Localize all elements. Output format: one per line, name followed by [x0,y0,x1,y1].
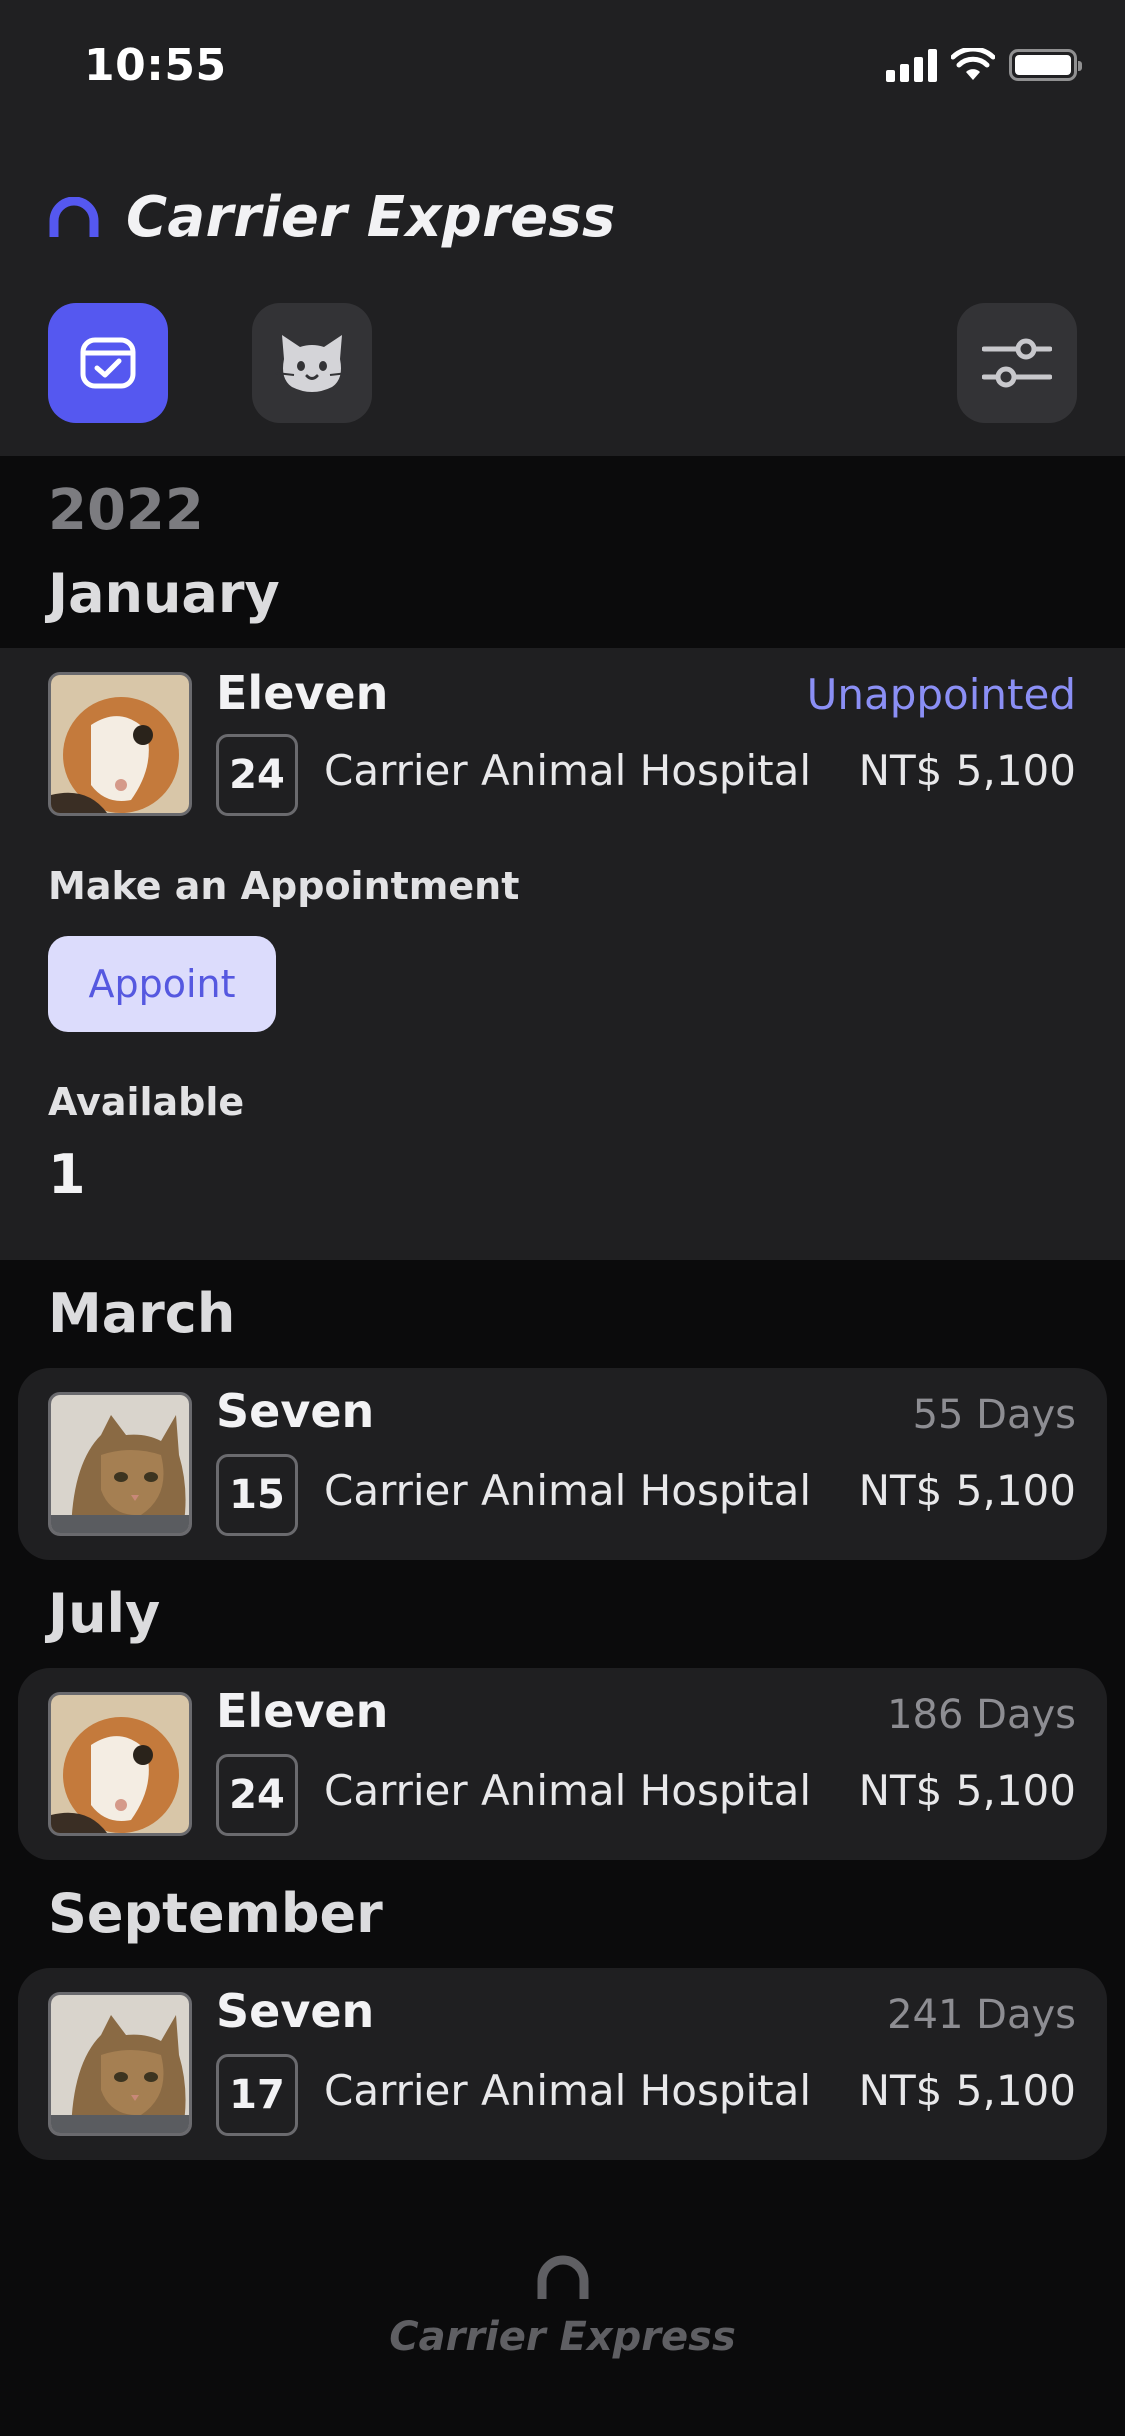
pets-view-button[interactable] [252,303,372,423]
footer-logo-icon [537,2255,589,2299]
appoint-button[interactable]: Appoint [48,936,276,1032]
month-heading: January [48,562,280,625]
price: NT$ 5,100 [858,1466,1076,1515]
price: NT$ 5,100 [858,2066,1076,2115]
pet-name: Seven [216,1984,375,2038]
calendar-view-button[interactable] [48,303,168,423]
cat-icon [275,335,349,392]
appointment-card-expanded[interactable]: Eleven Unappointed 24 Carrier Animal Hos… [0,648,1125,1260]
hospital-name: Carrier Animal Hospital [324,2066,812,2115]
calendar-check-icon [80,337,136,389]
pet-photo-eleven [48,672,192,816]
signal-icon [886,48,937,82]
available-count: 1 [48,1143,86,1206]
days-remaining: 186 Days [887,1692,1076,1738]
days-remaining: 241 Days [887,1992,1076,2038]
battery-icon [1009,49,1082,81]
month-heading: March [48,1282,236,1345]
pet-photo-seven [48,1992,192,2136]
hospital-name: Carrier Animal Hospital [324,1466,812,1515]
wifi-icon [951,48,995,80]
day-badge: 17 [216,2054,298,2136]
available-label: Available [48,1080,245,1124]
day-badge: 24 [216,1754,298,1836]
pet-name: Eleven [216,1684,389,1738]
pet-name: Seven [216,1384,375,1438]
day-badge: 24 [216,734,298,816]
days-remaining: 55 Days [912,1392,1076,1438]
pet-photo-seven [48,1392,192,1536]
hospital-name: Carrier Animal Hospital [324,746,812,795]
month-heading: July [48,1582,161,1645]
appointment-card[interactable]: Seven 241 Days 17 Carrier Animal Hospita… [18,1968,1107,2160]
pet-name: Eleven [216,666,389,720]
brand: Carrier Express [48,185,616,250]
carrier-logo-icon [49,196,99,237]
status-icons [886,48,1082,82]
filter-button[interactable] [957,303,1077,423]
app-header: 10:55 Carrier Express [0,0,1125,456]
appointment-card[interactable]: Seven 55 Days 15 Carrier Animal Hospital… [18,1368,1107,1560]
price: NT$ 5,100 [858,1766,1076,1815]
hospital-name: Carrier Animal Hospital [324,1766,812,1815]
make-appointment-label: Make an Appointment [48,864,520,908]
year-heading: 2022 [48,478,204,543]
day-badge: 15 [216,1454,298,1536]
status-badge: Unappointed [806,670,1076,719]
pet-photo-eleven [48,1692,192,1836]
app-title: Carrier Express [126,185,616,250]
appointment-card[interactable]: Eleven 186 Days 24 Carrier Animal Hospit… [18,1668,1107,1860]
month-heading: September [48,1882,383,1945]
status-time: 10:55 [84,40,227,91]
footer-title: Carrier Express [389,2314,736,2360]
price: NT$ 5,100 [858,746,1076,795]
sliders-icon [982,338,1052,388]
